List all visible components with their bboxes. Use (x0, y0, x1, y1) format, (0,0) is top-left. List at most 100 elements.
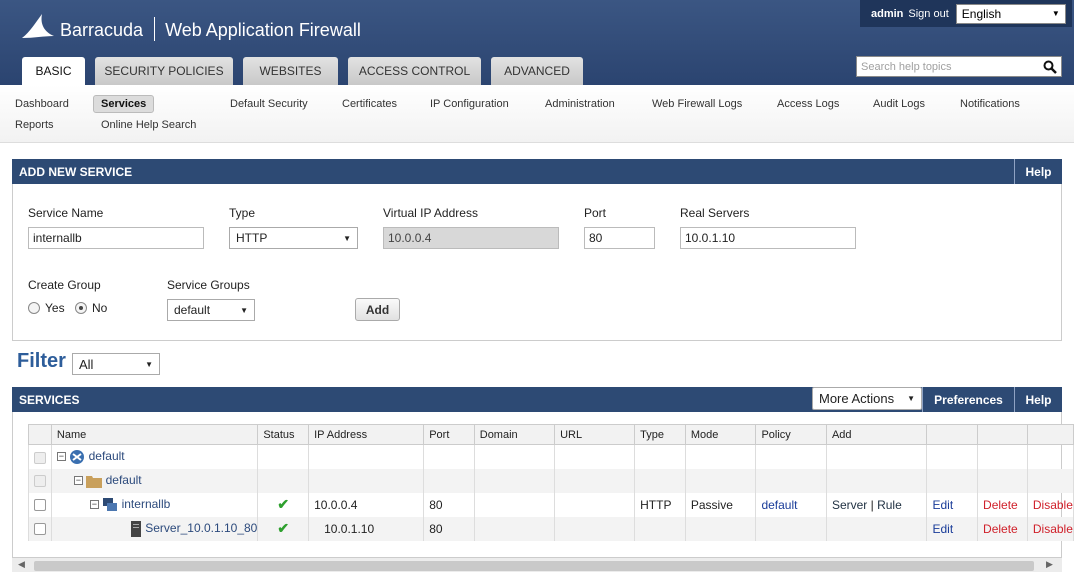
filter-select[interactable]: All ▼ (72, 353, 160, 375)
services-title: SERVICES (19, 392, 80, 407)
status-ok-icon: ✔ (277, 520, 290, 536)
column-header-mode[interactable]: Mode (684, 424, 757, 445)
add-service-help-button[interactable]: Help (1014, 159, 1062, 184)
tab-access-control[interactable]: ACCESS CONTROL (348, 57, 481, 85)
add-rule-link[interactable]: Rule (877, 498, 902, 512)
delete-link[interactable]: Delete (983, 498, 1018, 512)
disable-link[interactable]: Disable (1033, 522, 1073, 536)
subnav-access-logs[interactable]: Access Logs (777, 98, 839, 110)
row-checkbox[interactable] (34, 523, 46, 536)
type-select[interactable]: HTTP ▼ (229, 227, 358, 249)
collapse-icon[interactable]: − (89, 500, 99, 510)
column-header-url[interactable]: URL (554, 424, 636, 445)
table-row: Server_10.0.1.10_80 ✔ 10.0.1.10 80 Edit … (28, 516, 1074, 541)
logo-divider (154, 17, 156, 41)
service-groups-label: Service Groups (167, 278, 250, 292)
edit-link[interactable]: Edit (932, 522, 953, 536)
edit-link[interactable]: Edit (932, 498, 953, 512)
tab-basic[interactable]: BASIC (22, 57, 85, 85)
column-header-policy[interactable]: Policy (755, 424, 827, 445)
service-groups-select[interactable]: default ▼ (167, 299, 255, 321)
subnav-certificates[interactable]: Certificates (342, 98, 397, 110)
subnav-reports[interactable]: Reports (15, 119, 54, 131)
subnav-online-help-search[interactable]: Online Help Search (101, 119, 196, 131)
column-header-name[interactable]: Name (50, 424, 259, 445)
row-checkbox[interactable] (34, 451, 46, 464)
group-name[interactable]: default (89, 449, 125, 463)
radio-yes-label: Yes (45, 301, 65, 315)
scroll-left-icon[interactable]: ◀ (18, 559, 25, 570)
row-checkbox[interactable] (34, 475, 46, 488)
service-name-input[interactable]: internallb (28, 227, 204, 249)
help-search-input[interactable] (861, 60, 1031, 73)
column-header-ip-address[interactable]: IP Address (308, 424, 425, 445)
real-servers-input[interactable]: 10.0.1.10 (680, 227, 856, 249)
ip-address-cell: 10.0.1.10 (308, 516, 425, 541)
tab-security-policies[interactable]: SECURITY POLICIES (95, 57, 233, 85)
language-select[interactable]: English ▼ (955, 3, 1066, 24)
service-icon (103, 497, 118, 511)
column-header-port[interactable]: Port (423, 424, 475, 445)
chevron-down-icon: ▼ (145, 359, 153, 369)
column-header-status[interactable]: Status (257, 424, 310, 445)
subnav-audit-logs[interactable]: Audit Logs (873, 98, 925, 110)
subnav-ip-configuration[interactable]: IP Configuration (430, 98, 509, 110)
more-actions-select[interactable]: More Actions ▼ (812, 387, 922, 410)
subnav-services[interactable]: Services (93, 95, 155, 113)
type-value: HTTP (236, 231, 268, 245)
add-button[interactable]: Add (355, 298, 400, 321)
mode-cell: Passive (684, 492, 757, 517)
chevron-down-icon: ▼ (1051, 9, 1060, 18)
server-icon (130, 520, 141, 537)
table-row: − internallb ✔ 10.0.0.4 80 HTTP Passive … (28, 492, 1074, 517)
column-header-add[interactable]: Add (825, 424, 928, 445)
status-ok-icon: ✔ (277, 496, 290, 512)
vip-input[interactable]: 10.0.0.4 (383, 227, 559, 249)
main-tabs: BASIC SECURITY POLICIES WEBSITES ACCESS … (22, 57, 593, 85)
disable-link[interactable]: Disable (1033, 498, 1073, 512)
sign-out-link[interactable]: Sign out (908, 8, 948, 20)
port-cell: 80 (423, 492, 475, 517)
create-group-no-radio[interactable]: No (75, 301, 107, 315)
collapse-icon[interactable]: − (73, 476, 83, 486)
preferences-button[interactable]: Preferences (922, 387, 1014, 412)
server-name[interactable]: Server_10.0.1.10_80 (145, 521, 257, 535)
tab-websites[interactable]: WEBSITES (243, 57, 338, 85)
create-group-yes-radio[interactable]: Yes (28, 301, 65, 315)
port-input[interactable]: 80 (584, 227, 655, 249)
ip-address-cell: 10.0.0.4 (308, 492, 425, 517)
scroll-right-icon[interactable]: ▶ (1046, 559, 1053, 570)
policy-link[interactable]: default (761, 498, 797, 512)
subgroup-name[interactable]: default (106, 473, 142, 487)
services-help-button[interactable]: Help (1014, 387, 1062, 412)
subnav-administration[interactable]: Administration (545, 98, 615, 110)
product-name: Web Application Firewall (165, 19, 361, 40)
sub-navigation: Dashboard Services Default Security Cert… (0, 85, 1074, 143)
service-name-label: Service Name (28, 206, 104, 220)
add-server-link[interactable]: Server (832, 498, 867, 512)
column-header-type[interactable]: Type (634, 424, 686, 445)
barracuda-logo: Barracuda Web Application Firewall (20, 12, 361, 42)
column-header-edit (926, 424, 979, 445)
radio-no-label: No (92, 301, 108, 315)
column-header-domain[interactable]: Domain (473, 424, 556, 445)
horizontal-scrollbar[interactable]: ◀ ▶ (12, 557, 1062, 572)
row-checkbox[interactable] (34, 499, 46, 512)
subnav-dashboard[interactable]: Dashboard (15, 98, 69, 110)
collapse-icon[interactable]: − (56, 452, 66, 462)
search-icon[interactable] (1043, 60, 1057, 74)
scrollbar-thumb[interactable] (34, 561, 1034, 571)
column-header-delete (977, 424, 1028, 445)
subnav-notifications[interactable]: Notifications (960, 98, 1020, 110)
subnav-default-security[interactable]: Default Security (230, 98, 308, 110)
delete-link[interactable]: Delete (983, 522, 1018, 536)
subnav-web-firewall-logs[interactable]: Web Firewall Logs (652, 98, 742, 110)
table-header-row: Name Status IP Address Port Domain URL T… (28, 424, 1074, 445)
port-label: Port (584, 206, 607, 220)
user-bar: admin Sign out English ▼ (860, 0, 1072, 27)
service-name[interactable]: internallb (122, 497, 171, 511)
add-service-form: Service Name internallb Type HTTP ▼ Virt… (12, 184, 1062, 341)
services-table: Name Status IP Address Port Domain URL T… (28, 424, 1074, 541)
more-actions-label: More Actions (819, 391, 895, 406)
tab-advanced[interactable]: ADVANCED (491, 57, 583, 85)
